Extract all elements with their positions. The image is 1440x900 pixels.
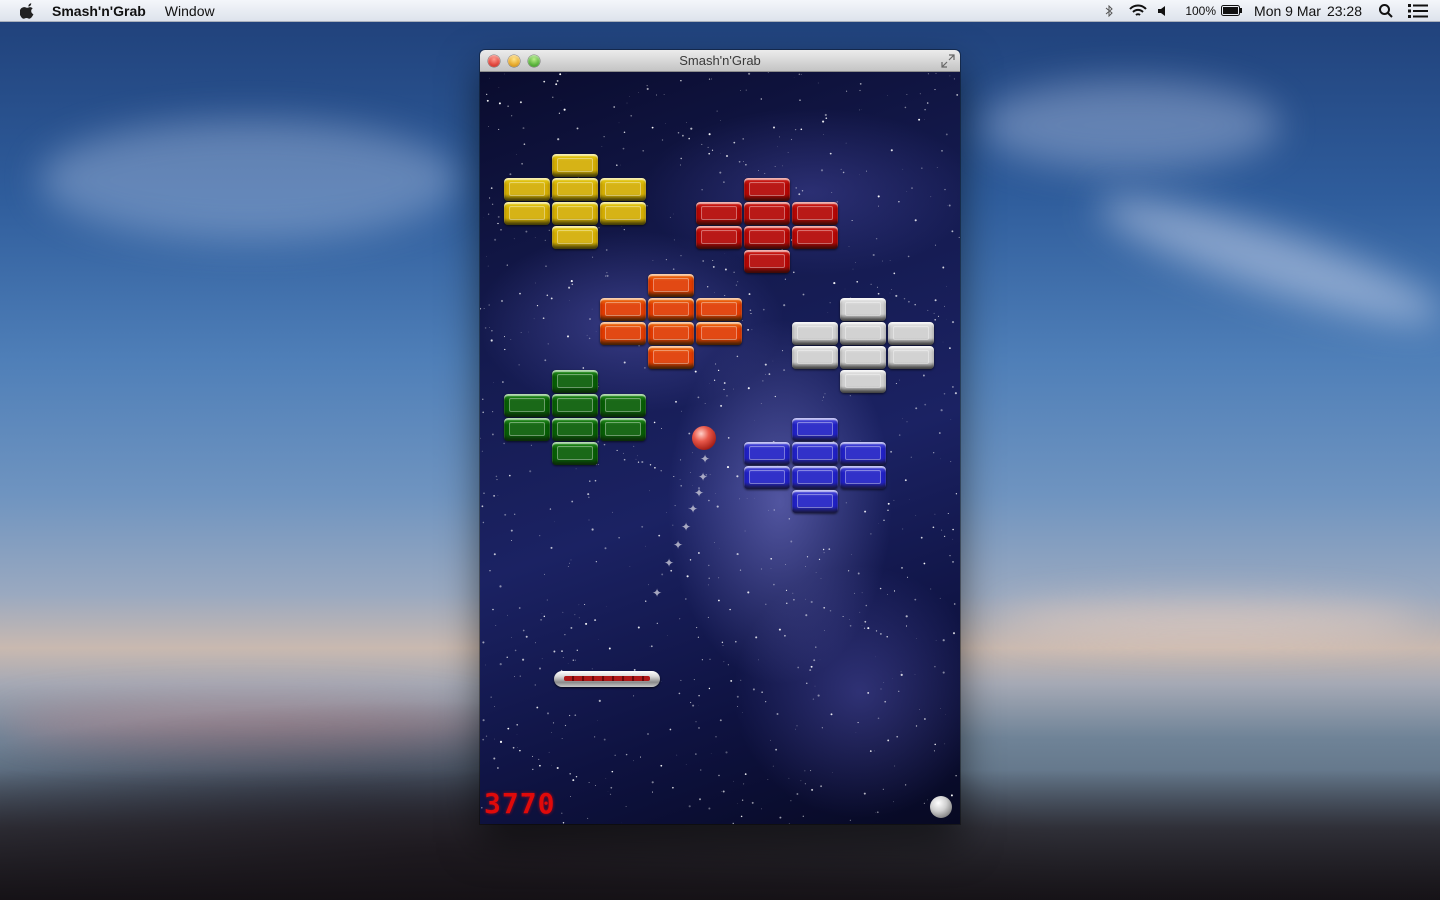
brick-white — [888, 346, 934, 369]
brick-white — [792, 322, 838, 345]
notification-center-icon[interactable] — [1408, 0, 1428, 22]
ball-trail: ✦ — [698, 470, 709, 484]
brick-orange — [600, 322, 646, 345]
brick-white — [840, 370, 886, 393]
brick-orange — [648, 298, 694, 321]
ball-trail: ✦ — [673, 538, 684, 552]
brick-red — [792, 202, 838, 225]
ball-trail: ✦ — [700, 452, 711, 466]
menu-bar: Smash'n'Grab Window 100% Mon 9 Mar 23:28 — [0, 0, 1440, 22]
brick-blue — [792, 442, 838, 465]
brick-red — [744, 178, 790, 201]
brick-blue — [840, 442, 886, 465]
brick-white — [888, 322, 934, 345]
brick-red — [744, 226, 790, 249]
volume-icon[interactable] — [1155, 0, 1171, 22]
brick-blue — [792, 466, 838, 489]
brick-red — [792, 226, 838, 249]
minimize-button[interactable] — [508, 55, 520, 67]
brick-red — [696, 226, 742, 249]
window-menu[interactable]: Window — [165, 3, 215, 19]
brick-green — [552, 418, 598, 441]
remaining-ball-icon — [930, 796, 952, 818]
brick-yellow — [552, 226, 598, 249]
brick-orange — [648, 322, 694, 345]
brick-blue — [744, 466, 790, 489]
brick-orange — [696, 322, 742, 345]
apple-icon[interactable] — [20, 2, 36, 19]
brick-green — [504, 394, 550, 417]
brick-green — [504, 418, 550, 441]
brick-green — [600, 394, 646, 417]
time-label[interactable]: 23:28 — [1327, 3, 1362, 19]
ball-trail: ✦ — [688, 502, 699, 516]
ball-trail: ✦ — [652, 586, 663, 600]
zoom-button[interactable] — [528, 55, 540, 67]
ball-trail: ✦ — [694, 486, 705, 500]
game-window: Smash'n'Grab ✦ ✦ ✦ ✦ ✦ ✦ ✦ ✦ 3770 — [480, 50, 960, 824]
brick-green — [552, 394, 598, 417]
score-display: 3770 — [484, 787, 556, 820]
brick-orange — [600, 298, 646, 321]
brick-white — [840, 322, 886, 345]
game-playfield[interactable]: ✦ ✦ ✦ ✦ ✦ ✦ ✦ ✦ 3770 — [480, 72, 960, 824]
brick-yellow — [600, 202, 646, 225]
wifi-icon[interactable] — [1127, 0, 1149, 22]
ball — [692, 426, 716, 450]
brick-blue — [840, 466, 886, 489]
brick-red — [696, 202, 742, 225]
brick-green — [600, 418, 646, 441]
app-menu[interactable]: Smash'n'Grab — [52, 3, 146, 19]
bluetooth-icon[interactable] — [1101, 0, 1117, 22]
spotlight-search-icon[interactable] — [1378, 0, 1394, 22]
brick-white — [840, 298, 886, 321]
brick-green — [552, 370, 598, 393]
brick-yellow — [504, 178, 550, 201]
close-button[interactable] — [488, 55, 500, 67]
brick-orange — [696, 298, 742, 321]
ball-trail: ✦ — [664, 556, 675, 570]
ball-trail: ✦ — [681, 520, 692, 534]
brick-red — [744, 202, 790, 225]
brick-yellow — [552, 178, 598, 201]
brick-orange — [648, 274, 694, 297]
battery-percentage[interactable]: 100% — [1185, 4, 1216, 18]
brick-yellow — [504, 202, 550, 225]
fullscreen-icon[interactable] — [940, 53, 956, 69]
brick-red — [744, 250, 790, 273]
brick-white — [840, 346, 886, 369]
battery-icon[interactable] — [1220, 0, 1244, 22]
brick-blue — [792, 418, 838, 441]
brick-white — [792, 346, 838, 369]
window-titlebar[interactable]: Smash'n'Grab — [480, 50, 960, 72]
brick-orange — [648, 346, 694, 369]
brick-blue — [744, 442, 790, 465]
brick-yellow — [600, 178, 646, 201]
brick-yellow — [552, 202, 598, 225]
paddle[interactable] — [554, 671, 660, 687]
date-label[interactable]: Mon 9 Mar — [1254, 3, 1321, 19]
brick-blue — [792, 490, 838, 513]
brick-yellow — [552, 154, 598, 177]
brick-green — [552, 442, 598, 465]
window-title: Smash'n'Grab — [679, 53, 761, 68]
